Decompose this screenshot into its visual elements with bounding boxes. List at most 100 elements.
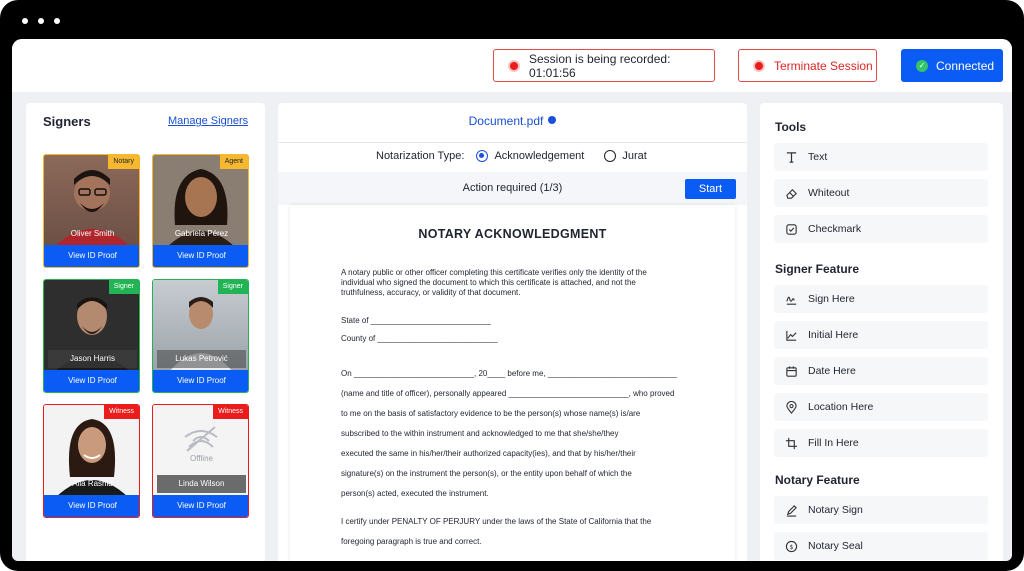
acknowledgement-radio[interactable] [476,150,489,162]
text-icon [784,150,798,164]
offline-status: Offline [190,454,213,463]
signer-card[interactable]: Offline Witness Linda Wilson View ID Pro… [152,404,249,518]
tool-checkmark[interactable]: Checkmark [774,215,988,243]
signer-name: Lukas Petrović [157,350,246,368]
check-circle-icon: ✓ [916,59,928,72]
acknowledgement-label[interactable]: Acknowledgement [494,150,584,162]
signer-name: Oliver Smith [70,229,115,238]
body-line: subscribed to the within instrument and … [341,429,619,438]
tool-location-here[interactable]: Location Here [774,393,988,421]
terminate-session-button[interactable]: Terminate Session [738,49,877,82]
divider [278,142,747,143]
tool-label: Whiteout [808,187,850,199]
signer-name: Alia Rashid [72,479,113,488]
tool-initial-here[interactable]: Initial Here [774,321,988,349]
status-dot-icon [548,116,557,124]
signer-name: Jason Harris [48,350,137,368]
body-line: person(s) acted, executed the instrument… [341,489,489,498]
jurat-label[interactable]: Jurat [622,150,646,162]
tool-notary-seal[interactable]: $ Notary Seal [774,532,988,560]
tool-sign-here[interactable]: Sign Here [774,285,988,313]
view-id-proof-button[interactable]: View ID Proof [153,245,248,267]
role-tag: Witness [213,405,248,419]
intro-line: truthfulness, accuracy, or validity of t… [341,288,521,297]
intro-line: A notary public or other officer complet… [341,268,647,277]
action-required-text: Action required (1/3) [462,182,563,194]
signer-feature-title: Signer Feature [775,262,860,276]
view-id-proof-button[interactable]: View ID Proof [44,370,139,392]
tool-label: Notary Sign [808,504,863,516]
record-icon [753,59,765,72]
body-line: (name and title of officer), personally … [341,389,675,398]
seal-icon: $ [784,539,798,553]
tool-label: Notary Seal [808,540,863,552]
tool-fill-in-here[interactable]: Fill In Here [774,429,988,457]
signer-card[interactable]: Witness Alia Rashid View ID Proof [43,404,140,518]
eraser-icon [784,186,798,200]
checkbox-icon [784,222,798,236]
notarization-type-group: Notarization Type: Acknowledgement Jurat [376,150,647,162]
body-line: On ___________________________, 20____ b… [341,369,677,378]
tool-label: Initial Here [808,329,859,341]
top-bar: Session is being recorded: 01:01:56 Term… [12,39,1012,92]
manage-signers-link[interactable]: Manage Signers [168,115,248,127]
intro-line: individual who signed the document to wh… [341,278,636,287]
document-title[interactable]: Document.pdf [278,114,747,128]
tool-label: Location Here [808,401,874,413]
tool-text[interactable]: Text [774,143,988,171]
document-filename: Document.pdf [468,114,544,128]
tool-date-here[interactable]: Date Here [774,357,988,385]
page-title: NOTARY ACKNOWLEDGMENT [418,227,607,241]
signers-title: Signers [43,114,91,129]
terminate-label: Terminate Session [774,58,873,73]
state-line: State of ___________________________ [341,316,491,325]
app-screen: Session is being recorded: 01:01:56 Term… [12,39,1012,561]
notary-feature-title: Notary Feature [775,473,860,487]
jurat-radio[interactable] [604,150,617,162]
role-tag: Notary [108,155,139,169]
signer-name: Gabriela Pérez [174,229,229,238]
signer-card[interactable]: Notary Oliver Smith View ID Proof [43,154,140,268]
perjury-line: foregoing paragraph is true and correct. [341,537,482,546]
fill-icon [784,436,798,450]
connected-button[interactable]: ✓ Connected [901,49,1003,82]
tools-panel: Tools Text Whiteout Checkmark Signer Fea… [760,103,1003,561]
view-id-proof-button[interactable]: View ID Proof [44,495,139,517]
signature-icon [784,292,798,306]
signer-card[interactable]: Signer Lukas Petrović View ID Proof [152,279,249,393]
signers-panel: Signers Manage Signers Notary Oliver Smi… [26,103,265,561]
document-page: NOTARY ACKNOWLEDGMENT A notary public or… [290,205,735,561]
perjury-line: I certify under PENALTY OF PERJURY under… [341,517,652,526]
tool-label: Checkmark [808,223,862,235]
signer-card[interactable]: Signer Jason Harris View ID Proof [43,279,140,393]
role-tag: Signer [217,280,248,294]
tool-notary-sign[interactable]: Notary Sign [774,496,988,524]
tool-whiteout[interactable]: Whiteout [774,179,988,207]
start-button[interactable]: Start [685,179,736,199]
tool-label: Date Here [808,365,856,377]
role-tag: Witness [104,405,139,419]
role-tag: Signer [108,280,139,294]
record-icon [508,59,520,72]
window-dots [22,18,60,24]
tool-label: Text [808,151,828,163]
role-tag: Agent [219,155,248,169]
calendar-icon [784,364,798,378]
action-bar: Action required (1/3) Start [278,172,747,205]
view-id-proof-button[interactable]: View ID Proof [153,495,248,517]
connected-label: Connected [936,58,995,73]
tools-title: Tools [775,120,807,134]
view-id-proof-button[interactable]: View ID Proof [44,245,139,267]
view-id-proof-button[interactable]: View ID Proof [153,370,248,392]
tool-label: Fill In Here [808,437,859,449]
initial-icon [784,328,798,342]
pen-icon [784,503,798,517]
recording-label: Session is being recorded: 01:01:56 [529,51,671,80]
body-line: executed the same in his/her/their autho… [341,449,636,458]
svg-text:$: $ [789,542,793,550]
tool-label: Sign Here [808,293,855,305]
signer-name: Linda Wilson [157,475,246,493]
signer-card[interactable]: Agent Gabriela Pérez View ID Proof [152,154,249,268]
notarization-type-label: Notarization Type: [376,150,465,162]
recording-indicator: Session is being recorded: 01:01:56 [493,49,715,82]
